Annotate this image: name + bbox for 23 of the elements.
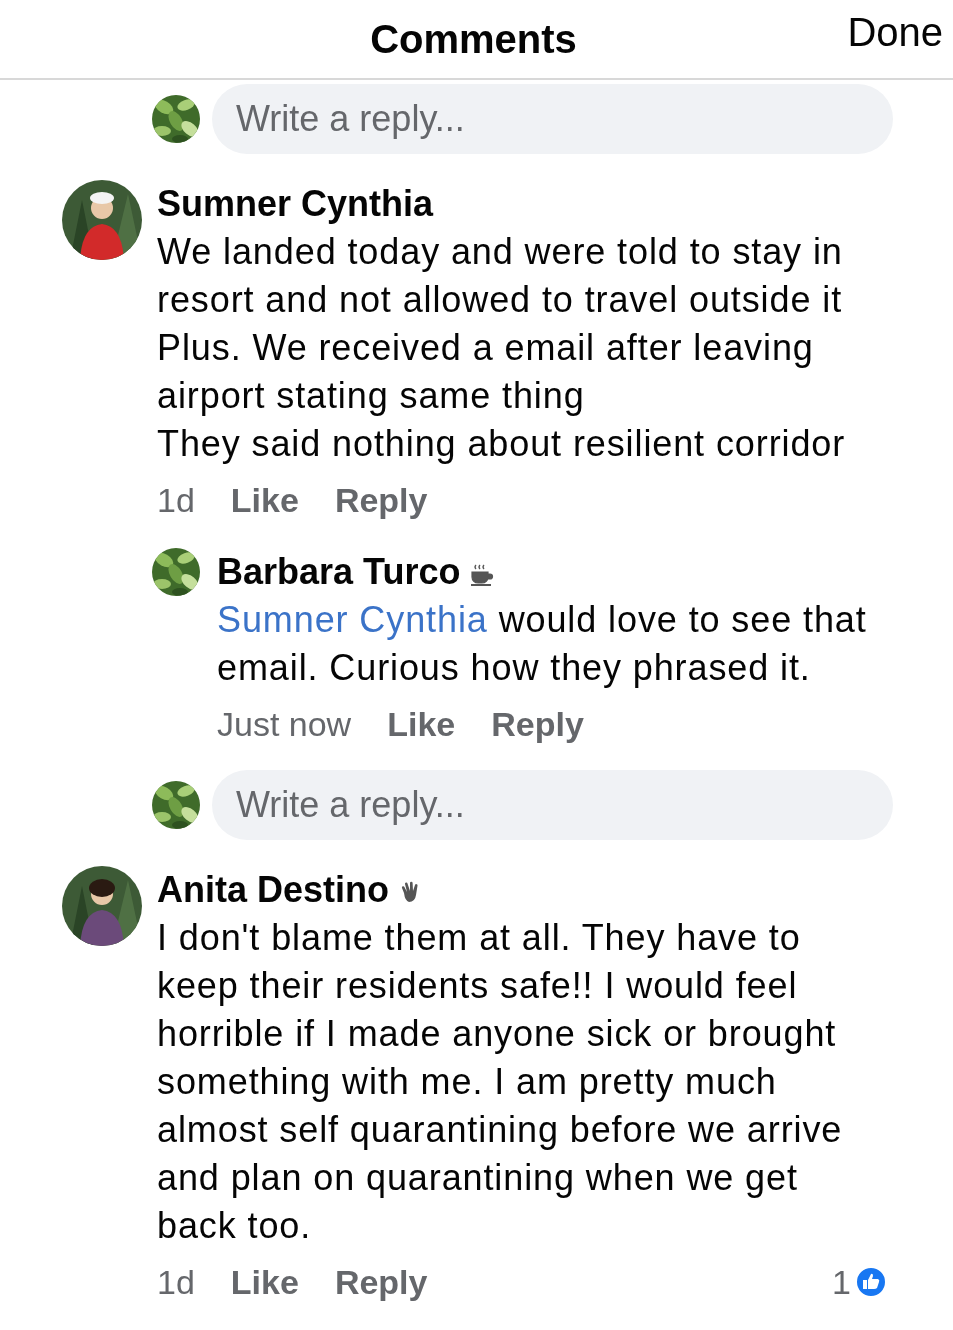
- page-title: Comments: [370, 16, 577, 62]
- comment-text: We landed today and were told to stay in resort and not allowed to travel outside it Plus. We received a email after leaving airport stating same thing They said nothing about resilient corridor: [157, 230, 847, 466]
- comment-time: 1d: [157, 480, 195, 520]
- mention-link[interactable]: Sumner Cynthia: [217, 599, 488, 640]
- comment-action-button[interactable]: Like: [230, 1262, 299, 1302]
- coffee-cup-icon: [470, 563, 495, 587]
- reply-field[interactable]: Write a reply...: [212, 770, 893, 840]
- comment-time: 1d: [157, 1262, 195, 1302]
- done-button[interactable]: Done: [847, 10, 943, 55]
- comment-action-button[interactable]: Reply: [334, 480, 428, 520]
- comment-action-button[interactable]: Reply: [334, 1262, 428, 1302]
- reply-field[interactable]: Write a reply...: [212, 84, 893, 154]
- comment-time: Just now: [217, 704, 352, 744]
- author-name[interactable]: Anita Destino: [157, 869, 389, 911]
- comment-text: I don't blame them at all. They have to keep their residents safe!! I would feel horrible if I made anyone sick or brought something with me. I am pretty much almost self quarantining before we arrive and plan on quarantining when we get back too.: [157, 916, 844, 1248]
- comment-action-button[interactable]: Like: [230, 480, 299, 520]
- comment-text: Sumner Cynthia would love to see that email. Curious how they phrased it.: [217, 598, 868, 690]
- comment-action-button[interactable]: Like: [387, 704, 456, 744]
- reaction-count: 1: [832, 1262, 851, 1302]
- thumbs-up-icon: [855, 1266, 887, 1298]
- comment-action-button[interactable]: Reply: [491, 704, 584, 744]
- author-name[interactable]: Sumner Cynthia: [157, 183, 434, 225]
- author-name[interactable]: Barbara Turco: [217, 551, 461, 593]
